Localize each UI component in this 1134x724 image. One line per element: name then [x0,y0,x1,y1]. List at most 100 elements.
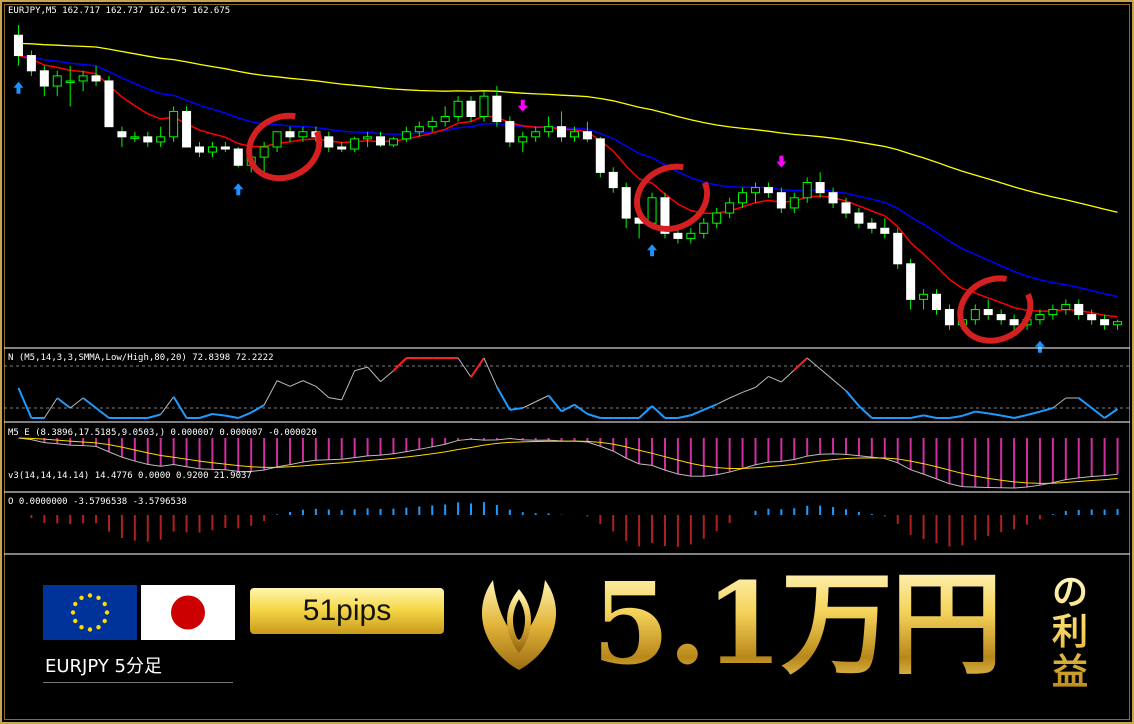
stoch-segment [1039,407,1054,413]
pips-badge: 51pips [250,588,444,634]
stoch-segment [910,414,924,419]
bull-candle [169,110,179,138]
bull-candle [1061,303,1071,311]
ma-mid-line [18,54,1118,298]
bull-candle [363,136,373,140]
up-arrow-icon [647,244,658,257]
bear-candle [582,131,592,140]
stoch-segment [755,376,769,388]
stoch-segment [354,366,368,372]
bull-candle [427,121,437,128]
stoch-segment [470,357,485,378]
bear-candle [841,202,851,214]
bull-candle [544,126,554,133]
stoch-segment [988,412,1002,417]
bear-candle [466,100,476,118]
stoch-segment [975,410,989,415]
bull-candle [259,146,269,158]
stoch-segment [212,413,226,417]
macd-header: M5 E (8.3896,17.5185,9.0503,) 0.000007 0… [8,428,317,438]
stoch-segment [483,357,498,388]
bull-candle [1113,321,1123,326]
bear-candle [880,227,890,234]
bear-candle [867,222,877,229]
bull-candle [789,197,799,209]
up-arrow-icon [233,183,244,196]
eu-star-icon [87,593,93,598]
symbol-header: EURJPY,M5 162.717 162.737 162.675 162.67… [8,6,231,16]
stoch-segment [496,386,511,411]
eu-star-icon [73,618,78,624]
bear-candle [285,131,295,138]
bull-candle [350,138,360,150]
stoch-segment [1052,397,1067,409]
stoch-segment [263,380,278,406]
stoch-segment [95,407,110,419]
bull-candle [388,138,398,146]
stoch-segment [289,380,304,387]
bear-candle [505,121,515,143]
bear-candle [815,182,825,194]
eu-star-icon [79,595,84,600]
stoch-segment [328,397,342,401]
bull-candle [518,136,528,143]
eu-star-icon [79,625,84,630]
bull-candle [970,309,980,321]
eu-star-icon [73,601,78,607]
bear-candle [182,110,192,148]
suffix-char: 益 [1051,651,1088,693]
bull-candle [272,131,282,148]
stoch-segment [1091,407,1106,419]
bull-candle [156,136,166,143]
bear-candle [26,55,36,72]
stoch-segment [522,401,536,409]
bear-candle [492,95,502,123]
eu-star-icon [102,618,107,624]
stoch-segment [819,368,834,381]
bear-candle [376,136,386,146]
bull-candle [207,146,217,153]
bull-candle [725,202,735,214]
down-arrow-icon [776,155,787,168]
main-price-panel [13,25,1123,353]
bear-candle [143,136,153,143]
bear-candle [673,232,683,239]
bull-candle [750,187,760,194]
stoch-segment [1026,410,1041,416]
bull-candle [1035,314,1045,321]
stoch-segment [949,414,963,419]
suffix-char: 利 [1051,611,1088,653]
bear-candle [932,293,942,311]
eu-star-icon [96,595,101,600]
stoch-segment [276,380,291,387]
stoch-segment [160,396,175,415]
eu-flag-icon [43,585,137,640]
stoch-segment [832,379,847,392]
stoch-segment [1104,408,1119,419]
stoch-segment [82,397,97,409]
stoch-segment [781,369,795,383]
stoch-segment [716,397,730,405]
bear-candle [557,126,567,138]
bear-candle [763,187,773,194]
bear-candle [893,232,903,265]
suffix-char: の [1051,571,1088,613]
stoch-segment [768,376,782,383]
bull-candle [569,131,579,138]
osma-header: O 0.0000000 -3.5796538 -3.5796538 [8,497,187,507]
bull-candle [531,131,541,138]
bear-candle [1100,319,1110,326]
bear-candle [1009,319,1019,326]
bear-candle [91,75,101,82]
divider [43,682,233,683]
bull-candle [802,182,812,199]
bear-candle [117,131,127,138]
stoch-segment [56,397,71,409]
stoch-segment [962,410,976,417]
stoch-segment [1000,414,1015,419]
bull-candle [712,212,722,224]
bear-candle [944,309,954,326]
stoch-segment [315,385,330,398]
stoch-segment [199,413,213,419]
bear-candle [1087,314,1097,321]
